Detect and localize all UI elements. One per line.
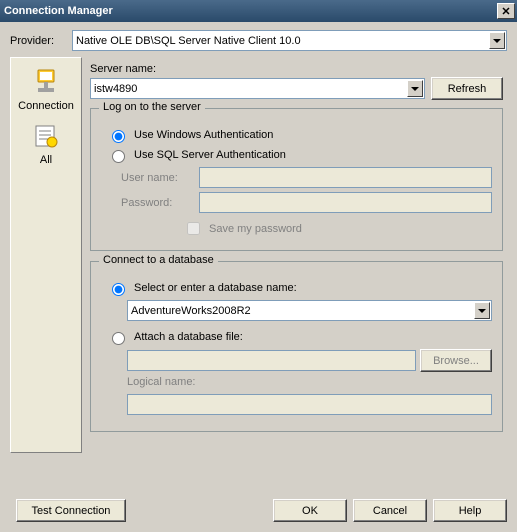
cancel-button[interactable]: Cancel: [353, 499, 427, 522]
provider-combo-arrow[interactable]: [489, 32, 505, 49]
password-label: Password:: [121, 197, 195, 209]
logical-name-input: [127, 394, 492, 415]
radio-select-db-label: Select or enter a database name:: [134, 282, 297, 294]
database-combo[interactable]: [127, 300, 492, 321]
database-legend: Connect to a database: [99, 254, 218, 266]
provider-combo[interactable]: [72, 30, 507, 51]
server-name-label: Server name:: [90, 63, 503, 75]
radio-select-db[interactable]: [112, 283, 125, 296]
title-bar: Connection Manager ✕: [0, 0, 517, 22]
logon-group: Log on to the server Use Windows Authent…: [90, 108, 503, 251]
chevron-down-icon: [478, 309, 486, 313]
help-button[interactable]: Help: [433, 499, 507, 522]
radio-windows-auth-label: Use Windows Authentication: [134, 129, 273, 141]
close-button[interactable]: ✕: [497, 3, 515, 19]
username-input: [199, 167, 492, 188]
radio-sql-auth[interactable]: [112, 150, 125, 163]
sidebar: Connection All: [10, 57, 82, 453]
chevron-down-icon: [493, 39, 501, 43]
database-group: Connect to a database Select or enter a …: [90, 261, 503, 432]
radio-attach-file[interactable]: [112, 332, 125, 345]
connection-icon: [32, 68, 60, 96]
close-icon: ✕: [501, 5, 510, 18]
server-section: Server name: Refresh: [90, 63, 503, 100]
browse-button: Browse...: [420, 349, 492, 372]
test-connection-button[interactable]: Test Connection: [16, 499, 126, 522]
password-input: [199, 192, 492, 213]
radio-windows-auth[interactable]: [112, 130, 125, 143]
radio-attach-file-label: Attach a database file:: [134, 331, 243, 343]
server-name-combo[interactable]: [90, 78, 425, 99]
database-combo-arrow[interactable]: [474, 302, 490, 319]
all-icon: [32, 122, 60, 150]
radio-sql-auth-label: Use SQL Server Authentication: [134, 149, 286, 161]
window-title: Connection Manager: [4, 5, 113, 17]
ok-button[interactable]: OK: [273, 499, 347, 522]
username-label: User name:: [121, 172, 195, 184]
footer: Test Connection OK Cancel Help: [10, 499, 507, 522]
logon-legend: Log on to the server: [99, 101, 205, 113]
attach-file-input: [127, 350, 416, 371]
save-password-label: Save my password: [209, 223, 302, 235]
chevron-down-icon: [411, 87, 419, 91]
sidebar-item-label: All: [40, 154, 52, 166]
save-password-checkbox: [187, 222, 200, 235]
logical-name-label: Logical name:: [127, 376, 196, 388]
sidebar-item-label: Connection: [18, 100, 74, 112]
sidebar-item-all[interactable]: All: [13, 118, 79, 172]
refresh-button[interactable]: Refresh: [431, 77, 503, 100]
provider-label: Provider:: [10, 35, 66, 47]
server-name-combo-arrow[interactable]: [407, 80, 423, 97]
provider-row: Provider:: [10, 30, 507, 51]
sidebar-item-connection[interactable]: Connection: [13, 64, 79, 118]
